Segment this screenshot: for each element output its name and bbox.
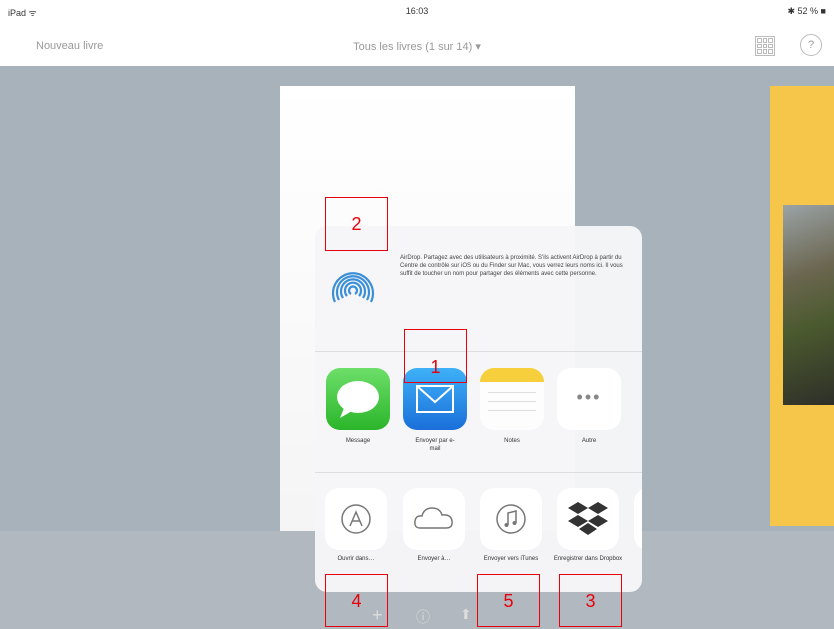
annotation-marker-2: 2 (325, 197, 388, 251)
share-sheet: AirDrop. Partagez avec des utilisateurs … (315, 226, 642, 592)
status-bar: iPad ᯤ 16:03 ✱ 52 % ■ (0, 0, 834, 22)
more-label: Autre (581, 438, 597, 444)
book-selector-title[interactable]: Tous les livres (1 sur 14) ▾ (0, 40, 834, 53)
help-icon[interactable]: ? (800, 34, 822, 56)
music-note-icon (496, 504, 526, 534)
annotation-marker-4: 4 (325, 574, 388, 627)
dropbox-icon (568, 502, 608, 535)
book-photo (783, 205, 834, 405)
info-icon[interactable]: ⓘ (416, 607, 430, 627)
send-to-itunes-label: Envoyer vers iTunes (483, 556, 539, 562)
cloud-icon (414, 507, 453, 529)
airdrop-description: AirDrop. Partagez avec des utilisateurs … (400, 255, 623, 277)
apps-row: Message Envoyer par e-mail Notes ••• Aut… (315, 352, 642, 473)
send-to-label: Envoyer à… (417, 556, 451, 562)
grid-view-icon[interactable] (755, 36, 775, 56)
annotation-marker-5: 5 (477, 574, 540, 627)
messages-app-label: Message (345, 438, 371, 444)
more-icon[interactable]: ••• (557, 368, 621, 430)
notes-app-icon[interactable] (480, 368, 544, 430)
battery-indicator: ✱ 52 % ■ (787, 6, 827, 16)
notes-app-label: Notes (504, 438, 520, 444)
open-in-label: Ouvrir dans… (337, 556, 375, 562)
annotation-marker-1: 1 (404, 329, 467, 383)
send-to-button[interactable] (403, 488, 465, 550)
messages-app-icon[interactable] (326, 368, 390, 430)
share-icon[interactable]: ⬆ (460, 606, 472, 623)
mail-app-label: Envoyer par e-mail (415, 438, 455, 452)
nav-bar: Nouveau livre Tous les livres (1 sur 14)… (0, 22, 834, 67)
clock: 16:03 (405, 6, 429, 16)
save-to-dropbox-button[interactable] (557, 488, 619, 550)
send-to-itunes-button[interactable] (480, 488, 542, 550)
partial-next-button[interactable] (634, 488, 642, 550)
annotation-marker-3: 3 (559, 574, 622, 627)
airdrop-icon (331, 272, 375, 303)
open-in-button[interactable] (325, 488, 387, 550)
app-store-icon (341, 504, 371, 534)
save-to-dropbox-label: Enregistrer dans Dropbox (553, 556, 623, 562)
